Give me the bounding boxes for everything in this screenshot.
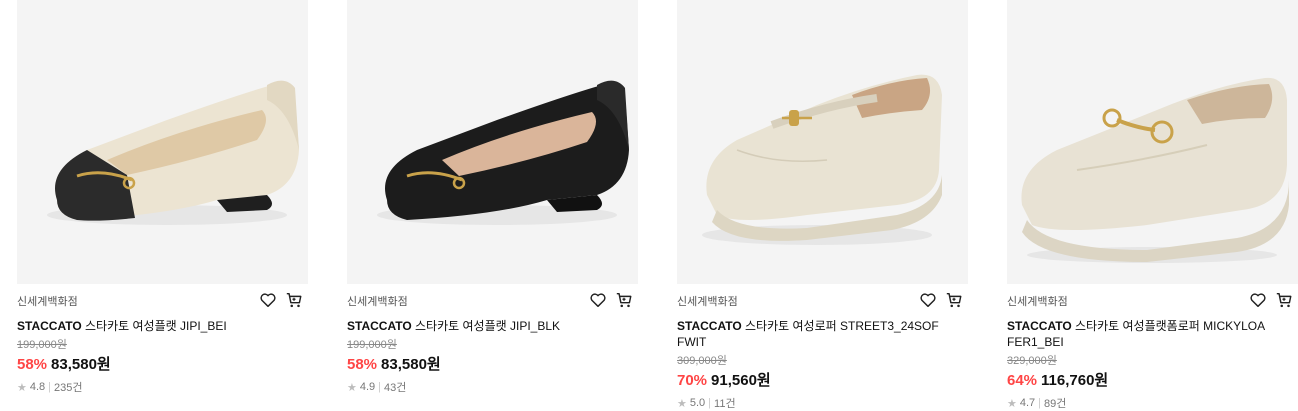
ballet-flat-beige-black-toe-icon bbox=[47, 80, 299, 225]
heart-icon[interactable] bbox=[259, 291, 277, 309]
cart-icon[interactable] bbox=[615, 291, 633, 309]
sale-price: 83,580원 bbox=[51, 356, 111, 373]
rating-value: 4.9 bbox=[359, 381, 376, 393]
product-card[interactable]: 신세계백화점 STACCATO 스타카토 여성플랫폼로퍼 MICKYLOA FE… bbox=[1007, 0, 1298, 411]
heart-icon[interactable] bbox=[589, 291, 607, 309]
price-row: 64% 116,760원 bbox=[1007, 369, 1298, 390]
product-image[interactable] bbox=[17, 0, 308, 284]
rating-value: 5.0 bbox=[689, 397, 706, 409]
product-card[interactable]: 신세계백화점 STACCATO 스타카토 여성플랫 JIPI_BLK 199,0… bbox=[347, 0, 639, 395]
product-grid: 신세계백화점 STACCATO 스타카토 여성플랫 JIPI_BEI 199,0… bbox=[0, 0, 1298, 410]
store-name: 신세계백화점 bbox=[17, 296, 78, 308]
review-count: 43건 bbox=[384, 382, 407, 394]
product-title[interactable]: STACCATO 스타카토 여성로퍼 STREET3_24SOF FWIT bbox=[677, 318, 947, 350]
divider: | bbox=[378, 381, 382, 393]
price-row: 58% 83,580원 bbox=[17, 353, 309, 374]
discount-rate: 64% bbox=[1007, 372, 1038, 389]
original-price: 329,000원 bbox=[1007, 355, 1057, 367]
price-row: 58% 83,580원 bbox=[347, 353, 639, 374]
cart-icon[interactable] bbox=[945, 291, 963, 309]
rating-row: ★ 4.9 | 43건 bbox=[347, 379, 639, 395]
product-name: 스타카토 여성플랫 JIPI_BLK bbox=[415, 319, 561, 333]
product-image[interactable] bbox=[677, 0, 968, 284]
review-count: 235건 bbox=[54, 382, 83, 394]
divider: | bbox=[48, 381, 52, 393]
sale-price: 116,760원 bbox=[1041, 372, 1109, 389]
rating-row: ★ 4.7 | 89건 bbox=[1007, 395, 1298, 411]
cart-icon[interactable] bbox=[285, 291, 303, 309]
sale-price: 91,560원 bbox=[711, 372, 771, 389]
star-icon: ★ bbox=[17, 381, 27, 394]
cart-icon[interactable] bbox=[1275, 291, 1293, 309]
product-card[interactable]: 신세계백화점 STACCATO 스타카토 여성플랫 JIPI_BEI 199,0… bbox=[17, 0, 309, 395]
brand-name: STACCATO bbox=[17, 319, 82, 333]
price-row: 70% 91,560원 bbox=[677, 369, 969, 390]
store-name: 신세계백화점 bbox=[677, 296, 738, 308]
store-name: 신세계백화점 bbox=[347, 296, 408, 308]
divider: | bbox=[1038, 397, 1042, 409]
star-icon: ★ bbox=[677, 397, 687, 410]
heart-icon[interactable] bbox=[1249, 291, 1267, 309]
rating-value: 4.8 bbox=[29, 381, 46, 393]
rating-row: ★ 4.8 | 235건 bbox=[17, 379, 309, 395]
brand-name: STACCATO bbox=[1007, 319, 1072, 333]
loafer-ivory-chunky-icon bbox=[702, 74, 942, 245]
heart-icon[interactable] bbox=[919, 291, 937, 309]
brand-name: STACCATO bbox=[347, 319, 412, 333]
platform-loafer-beige-icon bbox=[1021, 77, 1289, 263]
discount-rate: 70% bbox=[677, 372, 708, 389]
sale-price: 83,580원 bbox=[381, 356, 441, 373]
product-image[interactable] bbox=[1007, 0, 1298, 284]
discount-rate: 58% bbox=[347, 356, 378, 373]
star-icon: ★ bbox=[347, 381, 357, 394]
rating-row: ★ 5.0 | 11건 bbox=[677, 395, 969, 411]
review-count: 11건 bbox=[714, 398, 736, 410]
discount-rate: 58% bbox=[17, 356, 48, 373]
product-title[interactable]: STACCATO 스타카토 여성플랫 JIPI_BEI bbox=[17, 318, 287, 334]
store-name: 신세계백화점 bbox=[1007, 296, 1068, 308]
product-title[interactable]: STACCATO 스타카토 여성플랫 JIPI_BLK bbox=[347, 318, 617, 334]
original-price: 309,000원 bbox=[677, 355, 727, 367]
original-price: 199,000원 bbox=[347, 339, 397, 351]
product-name: 스타카토 여성플랫 JIPI_BEI bbox=[85, 319, 227, 333]
product-image[interactable] bbox=[347, 0, 638, 284]
brand-name: STACCATO bbox=[677, 319, 742, 333]
product-title[interactable]: STACCATO 스타카토 여성플랫폼로퍼 MICKYLOA FER1_BEI bbox=[1007, 318, 1277, 350]
star-icon: ★ bbox=[1007, 397, 1017, 410]
divider: | bbox=[708, 397, 712, 409]
product-card[interactable]: 신세계백화점 STACCATO 스타카토 여성로퍼 STREET3_24SOF … bbox=[677, 0, 969, 411]
ballet-flat-black-icon bbox=[377, 80, 629, 225]
rating-value: 4.7 bbox=[1019, 397, 1036, 409]
original-price: 199,000원 bbox=[17, 339, 67, 351]
review-count: 89건 bbox=[1044, 398, 1067, 410]
